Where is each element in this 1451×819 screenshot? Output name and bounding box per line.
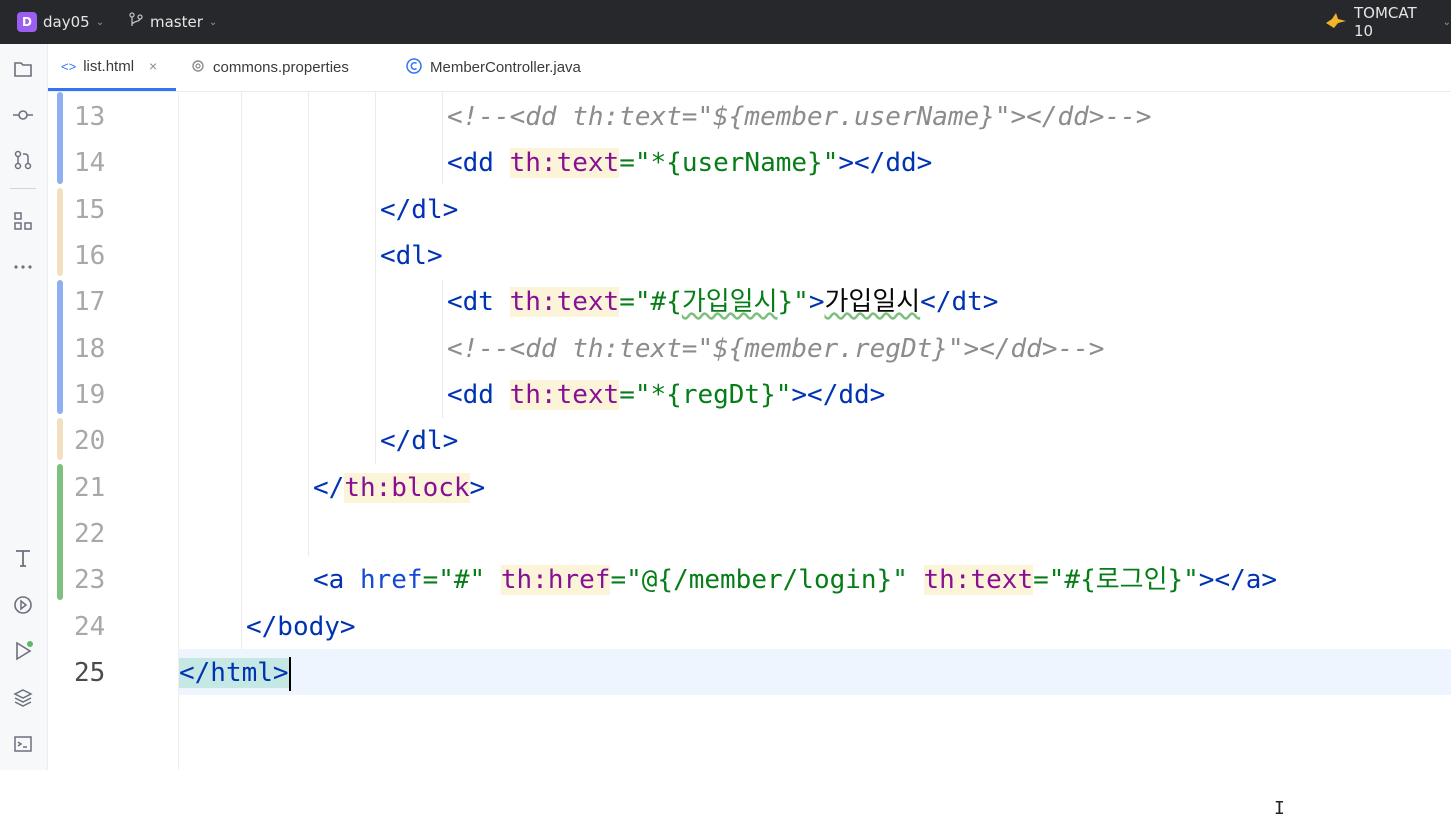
line-number-current: 25 xyxy=(74,658,106,688)
text-caret xyxy=(288,656,291,691)
line-number: 19 xyxy=(74,380,106,410)
line-number: 17 xyxy=(74,287,106,317)
branch-selector[interactable]: master ⌄ xyxy=(128,0,217,44)
line-number: 13 xyxy=(74,102,106,132)
title-bar: D day05 ⌄ master ⌄ TOMCAT 10 ⌄ xyxy=(0,0,1451,44)
mouse-ibeam-cursor: I xyxy=(1274,798,1285,819)
line-number: 16 xyxy=(74,241,106,271)
gear-icon xyxy=(190,58,206,78)
code-line-17[interactable]: <dt th:text="#{가입일시}">가입일시</dt> xyxy=(447,279,998,325)
indent-guide xyxy=(241,92,242,649)
branch-name: master xyxy=(150,13,203,31)
run-config-name: TOMCAT 10 xyxy=(1354,4,1417,40)
code-line-15[interactable]: </dl> xyxy=(380,187,458,233)
tab-membercontroller-java[interactable]: MemberController.java xyxy=(405,44,581,91)
code-line-23[interactable]: <a href="#" th:href="@{/member/login}" t… xyxy=(313,557,1277,603)
more-icon[interactable] xyxy=(10,254,36,280)
tomcat-icon xyxy=(1324,11,1348,33)
pull-requests-icon[interactable] xyxy=(10,147,36,173)
indent-guide xyxy=(442,280,443,418)
change-marker-modified[interactable] xyxy=(57,92,63,184)
editor-tab-bar: <> list.html × commons.properties Member… xyxy=(48,44,1451,92)
change-marker-other[interactable] xyxy=(57,188,63,276)
tool-window-strip xyxy=(0,44,48,770)
tab-commons-properties[interactable]: commons.properties xyxy=(190,44,349,91)
project-icon[interactable] xyxy=(10,56,36,82)
indent-guide xyxy=(308,92,309,556)
toolstrip-divider xyxy=(10,188,36,189)
branch-icon xyxy=(128,12,144,32)
structure-icon[interactable] xyxy=(10,208,36,234)
project-badge: D xyxy=(17,12,37,32)
change-marker-modified[interactable] xyxy=(57,280,63,414)
change-marker-added[interactable] xyxy=(57,464,63,600)
code-line-16[interactable]: <dl> xyxy=(380,233,443,279)
indent-guide xyxy=(375,92,376,464)
editor-gutter: 13 14 15 16 17 18 19 20 21 22 23 24 25 xyxy=(48,92,179,770)
tab-label: MemberController.java xyxy=(430,59,581,76)
chevron-down-icon: ⌄ xyxy=(95,16,105,28)
line-number: 15 xyxy=(74,195,106,225)
code-line-24[interactable]: </body> xyxy=(246,604,356,650)
text-icon[interactable] xyxy=(10,545,36,571)
code-editor[interactable]: 13 14 15 16 17 18 19 20 21 22 23 24 25 <… xyxy=(48,92,1451,819)
layers-icon[interactable] xyxy=(10,685,36,711)
code-line-14[interactable]: <dd th:text="*{userName}"></dd> xyxy=(447,140,932,186)
code-area[interactable]: <!--<dd th:text="${member.userName}"></d… xyxy=(179,92,1451,770)
code-line-18[interactable]: <!--<dd th:text="${member.regDt}"></dd>-… xyxy=(447,326,1104,372)
terminal-icon[interactable] xyxy=(10,731,36,757)
line-number: 21 xyxy=(74,473,106,503)
line-number: 18 xyxy=(74,334,106,364)
code-line-20[interactable]: </dl> xyxy=(380,418,458,464)
services-icon[interactable] xyxy=(10,592,36,618)
tab-label: commons.properties xyxy=(213,59,349,76)
line-number: 20 xyxy=(74,426,106,456)
indent-guide xyxy=(442,92,443,184)
chevron-down-icon: ⌄ xyxy=(1442,16,1451,28)
code-line-21[interactable]: </th:block> xyxy=(313,465,485,511)
line-number: 22 xyxy=(74,519,106,549)
code-line-25[interactable]: </html> xyxy=(179,650,291,696)
chevron-down-icon: ⌄ xyxy=(208,16,218,28)
current-line-highlight xyxy=(179,649,1451,695)
tab-list-html[interactable]: <> list.html × xyxy=(48,44,176,91)
close-icon[interactable]: × xyxy=(149,58,157,74)
project-selector[interactable]: D day05 ⌄ xyxy=(17,0,104,44)
html-tag-icon: <> xyxy=(61,58,77,74)
commit-icon[interactable] xyxy=(10,102,36,128)
tab-label: list.html xyxy=(83,57,135,75)
class-icon xyxy=(405,57,423,79)
line-number: 14 xyxy=(74,148,106,178)
run-config-selector[interactable]: TOMCAT 10 ⌄ xyxy=(1324,0,1451,44)
change-marker-other[interactable] xyxy=(57,418,63,460)
code-line-19[interactable]: <dd th:text="*{regDt}"></dd> xyxy=(447,372,885,418)
line-number: 24 xyxy=(74,612,106,642)
code-line-13[interactable]: <!--<dd th:text="${member.userName}"></d… xyxy=(447,94,1151,140)
project-name: day05 xyxy=(43,13,90,31)
line-number: 23 xyxy=(74,565,106,595)
run-icon[interactable] xyxy=(10,638,36,664)
